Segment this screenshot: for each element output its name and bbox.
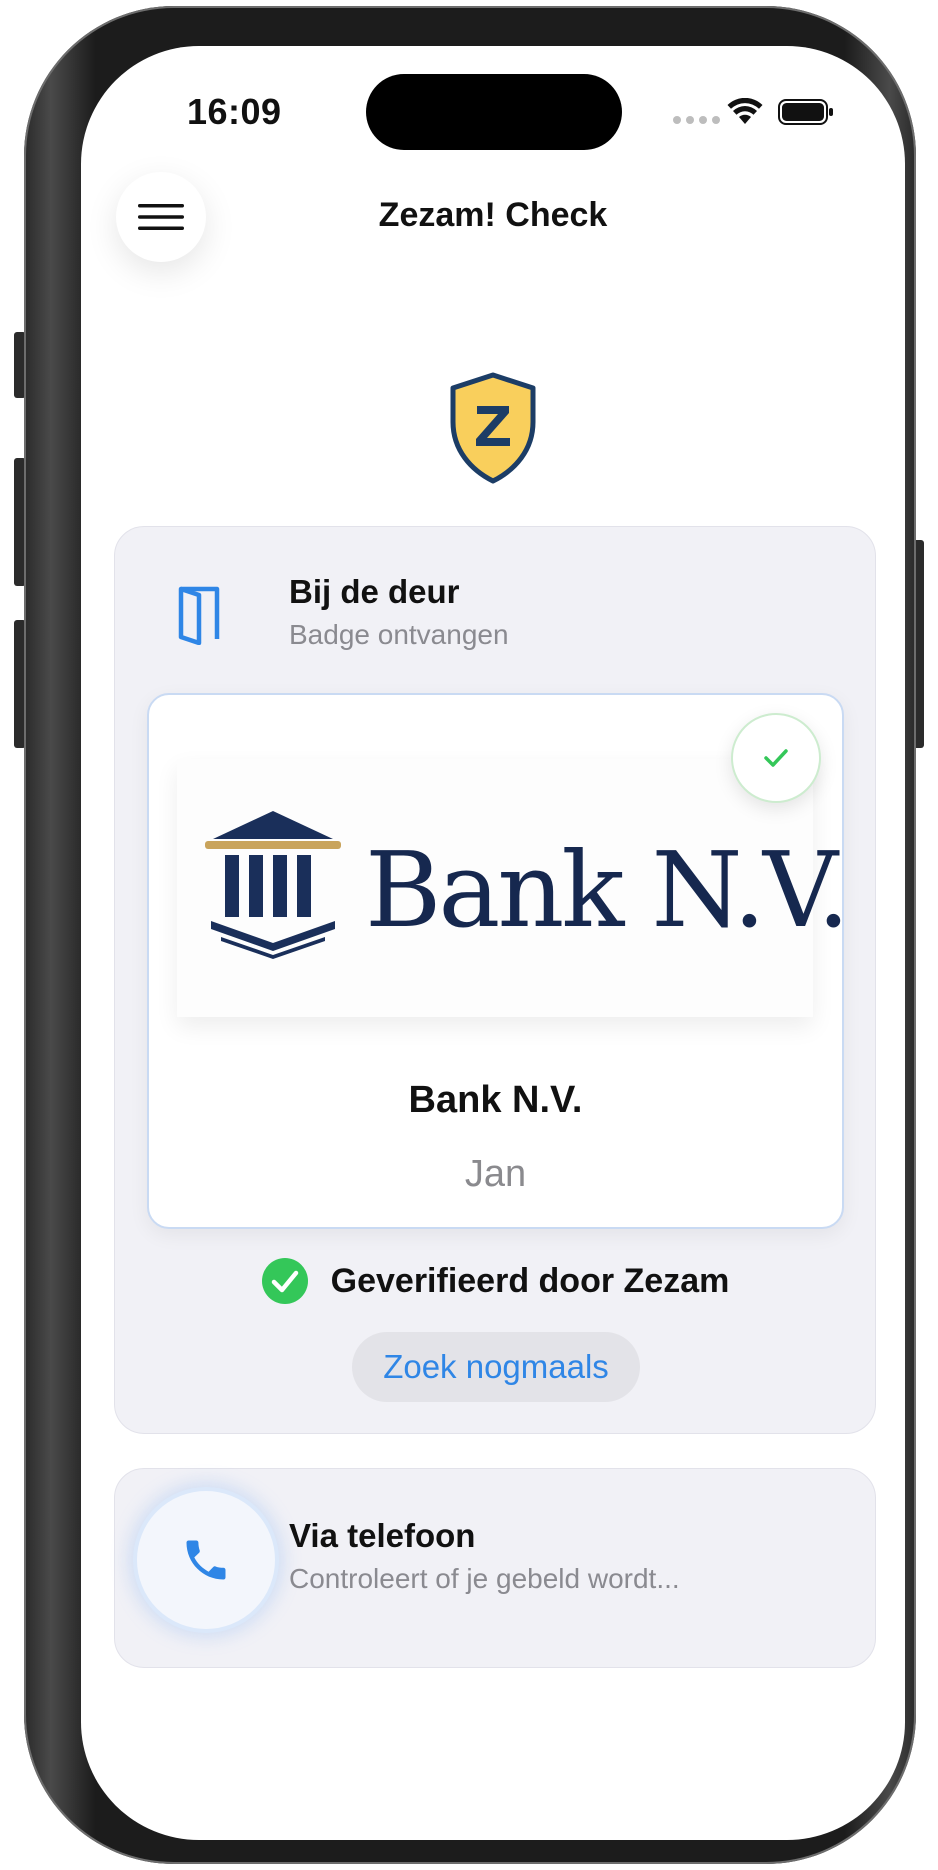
verified-status: Geverifieerd door Zezam bbox=[115, 1257, 875, 1305]
bank-logo: Bank N.V. bbox=[177, 759, 850, 1017]
search-again-button[interactable]: Zoek nogmaals bbox=[352, 1332, 640, 1402]
badge-card[interactable]: Bank N.V. Bank N.V. Jan bbox=[147, 693, 850, 1229]
phone-icon bbox=[186, 1540, 226, 1580]
door-section: Bij de deur Badge ontvangen Bank N.V. Ba… bbox=[114, 526, 876, 1434]
battery-icon bbox=[778, 99, 833, 125]
bank-wordmark: Bank N.V. bbox=[365, 829, 850, 951]
checkmark-icon bbox=[764, 749, 788, 767]
dynamic-island bbox=[366, 74, 622, 150]
zezam-shield-logo bbox=[450, 372, 536, 484]
verified-text: Geverifieerd door Zezam bbox=[330, 1261, 730, 1300]
verified-badge bbox=[731, 713, 821, 803]
cellular-signal-icon bbox=[673, 116, 720, 124]
phone-icon-ring bbox=[133, 1487, 279, 1633]
verified-check-icon bbox=[261, 1258, 308, 1304]
badge-person-name: Jan bbox=[464, 1153, 527, 1195]
bank-building-icon bbox=[205, 811, 341, 959]
phone-frame: 16:09 Zezam! Check Bij de deur Badge ont… bbox=[24, 6, 916, 1864]
status-time: 16:09 bbox=[187, 91, 282, 132]
phone-section-subtitle: Controleert of je gebeld wordt... bbox=[289, 1563, 680, 1594]
badge-company-name: Bank N.V. bbox=[408, 1079, 583, 1121]
door-icon bbox=[178, 586, 220, 645]
screen: 16:09 Zezam! Check Bij de deur Badge ont… bbox=[81, 46, 905, 1840]
page-title: Zezam! Check bbox=[378, 196, 608, 234]
phone-section[interactable]: Via telefoon Controleert of je gebeld wo… bbox=[114, 1468, 876, 1668]
door-section-subtitle: Badge ontvangen bbox=[289, 619, 509, 650]
door-section-title: Bij de deur bbox=[289, 573, 460, 610]
home-indicator bbox=[373, 1798, 613, 1806]
wifi-icon bbox=[727, 98, 763, 124]
phone-section-title: Via telefoon bbox=[289, 1517, 476, 1554]
